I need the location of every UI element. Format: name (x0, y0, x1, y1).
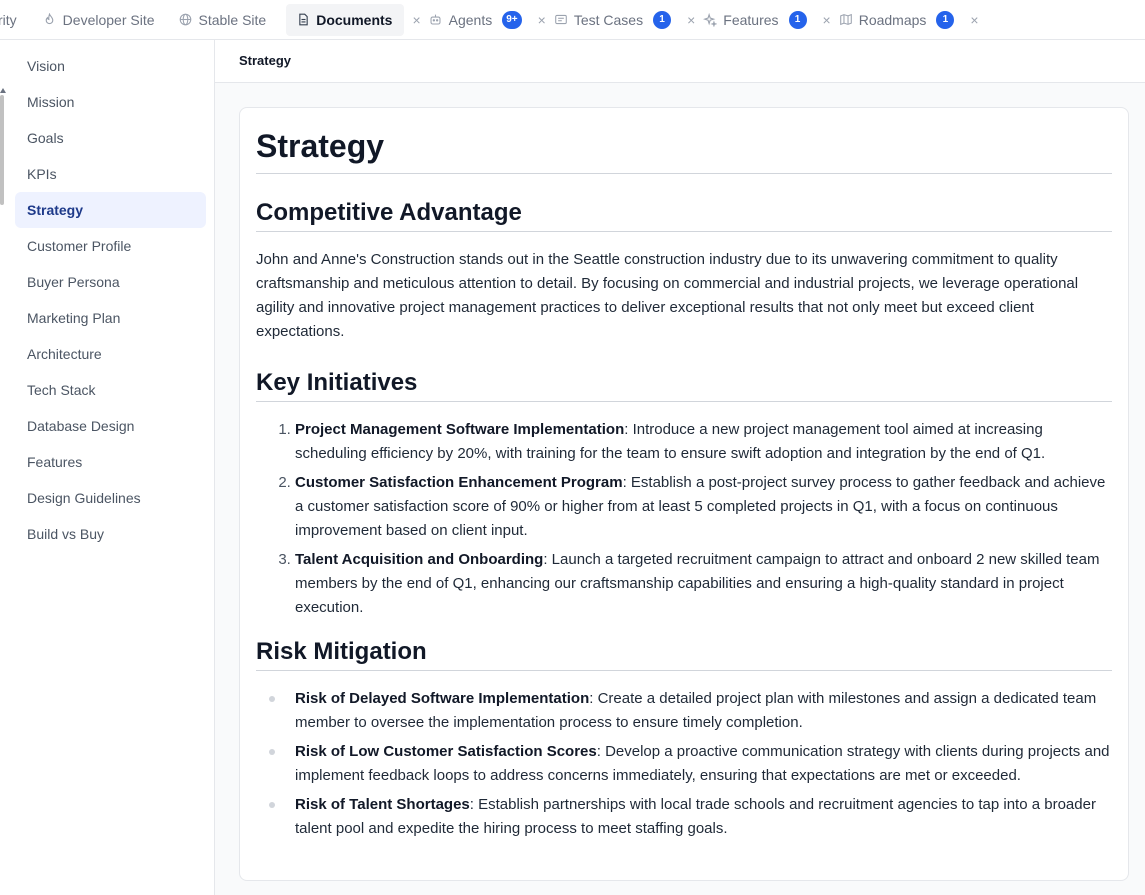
tab-features[interactable]: Features 1 (703, 4, 814, 36)
sidebar-item-marketing-plan[interactable]: Marketing Plan (15, 300, 206, 336)
close-tab-agents-icon[interactable]: × (530, 12, 554, 28)
list-item: Risk of Talent Shortages: Establish part… (269, 793, 1112, 841)
document-card: Strategy Competitive Advantage John and … (239, 107, 1129, 881)
sidebar-item-features[interactable]: Features (15, 444, 206, 480)
sidebar-item-design-guidelines[interactable]: Design Guidelines (15, 480, 206, 516)
sidebar-item-strategy[interactable]: Strategy (15, 192, 206, 228)
list-item: Customer Satisfaction Enhancement Progra… (295, 471, 1112, 543)
sidebar-item-goals[interactable]: Goals (15, 120, 206, 156)
list-item: Risk of Delayed Software Implementation:… (269, 687, 1112, 735)
tab-test-cases[interactable]: Test Cases 1 (554, 4, 679, 36)
sidebar-item-architecture[interactable]: Architecture (15, 336, 206, 372)
map-icon (839, 13, 853, 27)
risk-list: Risk of Delayed Software Implementation:… (256, 687, 1112, 841)
initiatives-list: Project Management Software Implementati… (256, 418, 1112, 620)
tab-label: Agents (448, 11, 493, 28)
tab-documents[interactable]: Documents (286, 3, 405, 36)
breadcrumb-current: Strategy (239, 53, 292, 68)
bullet-icon (269, 749, 275, 755)
sidebar-item-mission[interactable]: Mission (15, 84, 206, 120)
bot-icon (429, 13, 443, 27)
tab-label: Stable Site (198, 11, 267, 28)
competitive-advantage-text: John and Anne's Construction stands out … (256, 251, 1079, 340)
tab-bar: rity Developer Site Stable Site Document… (0, 0, 1145, 40)
breadcrumb: Strategy (215, 40, 1145, 83)
list-item: Project Management Software Implementati… (295, 418, 1112, 466)
section-heading-key-initiatives: Key Initiatives (256, 369, 1112, 402)
tab-developer-site[interactable]: Developer Site (35, 4, 163, 36)
tab-count-badge: 1 (936, 10, 955, 29)
globe-icon (179, 13, 193, 27)
tab-count-badge: 9+ (502, 10, 522, 29)
tab-label: Documents (316, 11, 393, 28)
list-item: Talent Acquisition and Onboarding: Launc… (295, 548, 1112, 620)
tab-label: Features (723, 11, 779, 28)
sidebar-item-build-vs-buy[interactable]: Build vs Buy (15, 516, 206, 552)
sidebar-item-buyer-persona[interactable]: Buyer Persona (15, 264, 206, 300)
list-item: Risk of Low Customer Satisfaction Scores… (269, 740, 1112, 788)
sidebar-item-tech-stack[interactable]: Tech Stack (15, 372, 206, 408)
bullet-icon (269, 696, 275, 702)
tab-stable-site[interactable]: Stable Site (171, 4, 275, 36)
document-viewport: Strategy Competitive Advantage John and … (215, 83, 1145, 895)
tab-roadmaps[interactable]: Roadmaps 1 (839, 4, 963, 36)
list-item-title: Risk of Talent Shortages (295, 796, 470, 813)
tab-count-badge: 1 (653, 10, 672, 29)
sidebar-item-kpis[interactable]: KPIs (15, 156, 206, 192)
sparkles-icon (703, 12, 718, 27)
tab-label: Developer Site (62, 11, 155, 28)
sidebar-scrollbar[interactable] (0, 95, 4, 205)
sidebar-item-database-design[interactable]: Database Design (15, 408, 206, 444)
close-tab-features-icon[interactable]: × (815, 12, 839, 28)
sidebar-item-vision[interactable]: Vision (15, 48, 206, 84)
list-item-title: Talent Acquisition and Onboarding (295, 551, 544, 568)
close-tab-roadmaps-icon[interactable]: × (962, 12, 986, 28)
sidebar-item-customer-profile[interactable]: Customer Profile (15, 228, 206, 264)
sidebar: Vision Mission Goals KPIs Strategy Custo… (0, 40, 215, 895)
test-icon (554, 13, 568, 27)
section-heading-competitive-advantage: Competitive Advantage (256, 199, 1112, 232)
bullet-icon (269, 802, 275, 808)
sidebar-nav-list: Vision Mission Goals KPIs Strategy Custo… (15, 48, 206, 552)
list-item-title: Risk of Delayed Software Implementation (295, 690, 590, 707)
tab-label: Test Cases (573, 11, 644, 28)
flame-icon (43, 13, 57, 27)
tab-security[interactable]: rity (0, 4, 35, 36)
list-item-title: Project Management Software Implementati… (295, 421, 625, 438)
list-item-title: Risk of Low Customer Satisfaction Scores (295, 743, 597, 760)
tab-label: Roadmaps (858, 11, 927, 28)
tab-count-badge: 1 (788, 10, 807, 29)
document-icon (296, 13, 310, 27)
section-heading-risk-mitigation: Risk Mitigation (256, 638, 1112, 671)
list-item-title: Customer Satisfaction Enhancement Progra… (295, 474, 623, 491)
close-tab-test-cases-icon[interactable]: × (679, 12, 703, 28)
tab-agents[interactable]: Agents 9+ (429, 4, 530, 36)
page-title: Strategy (256, 128, 1112, 174)
close-tab-documents-icon[interactable]: × (404, 12, 428, 28)
scroll-up-arrow-icon[interactable] (0, 88, 6, 93)
tab-label: rity (0, 11, 17, 28)
